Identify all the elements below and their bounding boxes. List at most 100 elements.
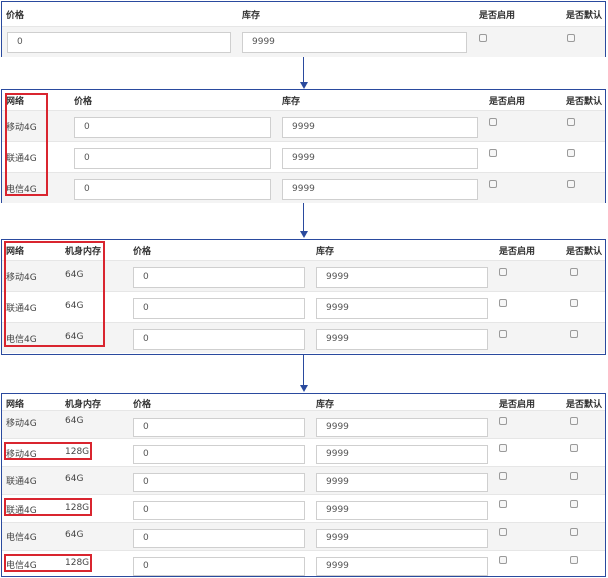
stock-input[interactable]: 9999 <box>316 418 488 437</box>
stock-input[interactable]: 9999 <box>282 148 478 169</box>
price-input[interactable]: 0 <box>133 298 305 319</box>
flow-arrow-head <box>299 82 308 89</box>
stock-input[interactable]: 9999 <box>316 529 488 548</box>
price-input[interactable]: 0 <box>133 529 305 548</box>
header-stock: 库存 <box>316 247 335 257</box>
enabled-checkbox[interactable] <box>489 180 497 188</box>
sku-table-step-3: 网络 机身内存 价格 库存 是否启用 是否默认 移动4G 64G 0 9999 … <box>1 239 606 355</box>
enabled-checkbox[interactable] <box>489 149 497 157</box>
flow-arrow-head <box>299 231 308 238</box>
price-input[interactable]: 0 <box>133 329 305 350</box>
table-row: 0 9999 <box>2 26 605 57</box>
price-input[interactable]: 0 <box>133 267 305 288</box>
price-input[interactable]: 0 <box>7 32 231 53</box>
enabled-checkbox[interactable] <box>499 417 507 425</box>
price-input[interactable]: 0 <box>133 418 305 437</box>
enabled-checkbox[interactable] <box>499 330 507 338</box>
default-checkbox[interactable] <box>567 180 575 188</box>
stock-input[interactable]: 9999 <box>316 267 488 288</box>
default-checkbox[interactable] <box>570 268 578 276</box>
header-memory: 机身内存 <box>65 400 102 410</box>
highlight-new-row-128g <box>4 554 92 572</box>
default-checkbox[interactable] <box>567 34 575 42</box>
memory-cell: 64G <box>65 416 84 426</box>
stock-input[interactable]: 9999 <box>282 179 478 200</box>
default-checkbox[interactable] <box>567 149 575 157</box>
header-price: 价格 <box>6 11 25 21</box>
highlight-new-row-128g <box>4 498 92 516</box>
price-input[interactable]: 0 <box>133 445 305 464</box>
header-stock: 库存 <box>242 11 261 21</box>
table-row: 联通4G 0 9999 <box>2 141 605 172</box>
header-price: 价格 <box>133 400 152 410</box>
table-row: 联通4G 128G 0 9999 <box>2 494 605 522</box>
enabled-checkbox[interactable] <box>499 556 507 564</box>
default-checkbox[interactable] <box>570 444 578 452</box>
network-cell: 联通4G <box>6 477 37 487</box>
price-input[interactable]: 0 <box>133 501 305 520</box>
default-checkbox[interactable] <box>570 417 578 425</box>
enabled-checkbox[interactable] <box>499 500 507 508</box>
enabled-checkbox[interactable] <box>499 268 507 276</box>
stock-input[interactable]: 9999 <box>316 298 488 319</box>
stock-input[interactable]: 9999 <box>316 445 488 464</box>
memory-cell: 64G <box>65 474 84 484</box>
table-row: 电信4G 64G 0 9999 <box>2 522 605 550</box>
default-checkbox[interactable] <box>570 528 578 536</box>
memory-cell: 64G <box>65 530 84 540</box>
header-enabled: 是否启用 <box>479 11 516 21</box>
highlight-network-memory-columns <box>4 241 105 347</box>
header-price: 价格 <box>133 247 152 257</box>
stock-input[interactable]: 9999 <box>282 117 478 138</box>
price-input[interactable]: 0 <box>133 557 305 576</box>
default-checkbox[interactable] <box>570 299 578 307</box>
table-row: 电信4G 128G 0 9999 <box>2 550 605 577</box>
table-row: 移动4G 0 9999 <box>2 110 605 141</box>
flow-arrow-shaft <box>303 57 304 82</box>
stock-input[interactable]: 9999 <box>316 473 488 492</box>
highlight-new-row-128g <box>4 442 92 460</box>
table-row: 移动4G 64G 0 9999 <box>2 410 605 438</box>
header-stock: 库存 <box>316 400 335 410</box>
stock-input[interactable]: 9999 <box>242 32 467 53</box>
default-checkbox[interactable] <box>570 500 578 508</box>
sku-table-step-2: 网络 价格 库存 是否启用 是否默认 移动4G 0 9999 联通4G 0 99… <box>1 89 606 203</box>
table-header: 价格 库存 是否启用 是否默认 <box>2 2 605 26</box>
header-default: 是否默认 <box>566 400 603 410</box>
default-checkbox[interactable] <box>570 330 578 338</box>
table-row: 联通4G 64G 0 9999 <box>2 466 605 494</box>
default-checkbox[interactable] <box>570 472 578 480</box>
price-input[interactable]: 0 <box>74 148 271 169</box>
price-input[interactable]: 0 <box>133 473 305 492</box>
stock-input[interactable]: 9999 <box>316 329 488 350</box>
highlight-network-column <box>5 93 48 196</box>
network-cell: 移动4G <box>6 419 37 429</box>
flow-arrow-shaft <box>303 355 304 385</box>
header-price: 价格 <box>74 97 93 107</box>
default-checkbox[interactable] <box>570 556 578 564</box>
enabled-checkbox[interactable] <box>479 34 487 42</box>
flow-arrow-head <box>299 385 308 392</box>
header-enabled: 是否启用 <box>499 247 536 257</box>
table-row: 移动4G 128G 0 9999 <box>2 438 605 466</box>
header-default: 是否默认 <box>566 247 603 257</box>
enabled-checkbox[interactable] <box>489 118 497 126</box>
stock-input[interactable]: 9999 <box>316 501 488 520</box>
enabled-checkbox[interactable] <box>499 299 507 307</box>
header-enabled: 是否启用 <box>499 400 536 410</box>
enabled-checkbox[interactable] <box>499 472 507 480</box>
header-default: 是否默认 <box>566 97 603 107</box>
enabled-checkbox[interactable] <box>499 528 507 536</box>
table-header: 网络 机身内存 价格 库存 是否启用 是否默认 <box>2 394 605 410</box>
flow-arrow-shaft <box>303 203 304 231</box>
header-default: 是否默认 <box>566 11 603 21</box>
price-input[interactable]: 0 <box>74 179 271 200</box>
sku-table-step-1: 价格 库存 是否启用 是否默认 0 9999 <box>1 1 606 57</box>
enabled-checkbox[interactable] <box>499 444 507 452</box>
price-input[interactable]: 0 <box>74 117 271 138</box>
table-header: 网络 价格 库存 是否启用 是否默认 <box>2 90 605 110</box>
network-cell: 电信4G <box>6 533 37 543</box>
default-checkbox[interactable] <box>567 118 575 126</box>
header-enabled: 是否启用 <box>489 97 526 107</box>
stock-input[interactable]: 9999 <box>316 557 488 576</box>
